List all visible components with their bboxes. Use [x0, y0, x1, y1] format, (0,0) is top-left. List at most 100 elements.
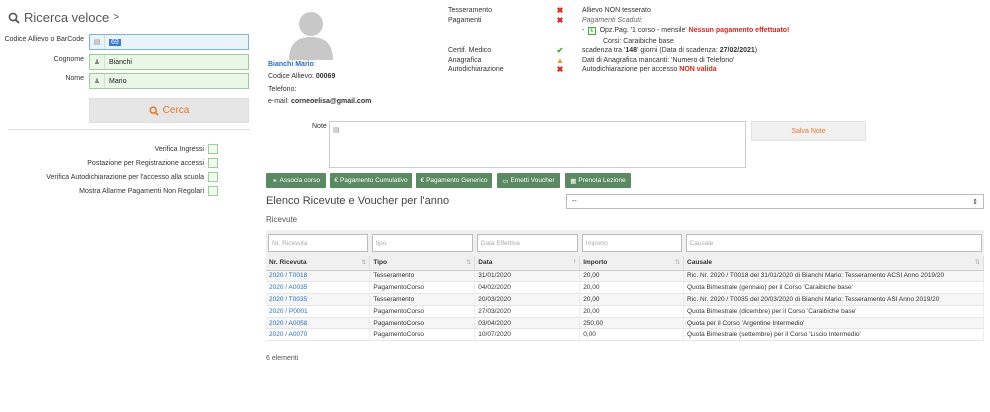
col-header[interactable]: Nr. Ricevuta ⇅: [266, 256, 371, 271]
opz-text: Opz.Pag. '1 corso - mensile': [599, 27, 687, 34]
check-label: Verifica Autodichiarazione per l'accesso…: [46, 173, 204, 181]
email-label: e-mail:: [268, 98, 290, 105]
status-anagrafica-text: Dati di Anagrafica mancanti: 'Numero di …: [582, 57, 735, 64]
year-select[interactable]: -- ⇕: [566, 194, 984, 209]
note-icon: ▤: [333, 127, 340, 134]
cell-causale: Quota Bimestrale (settembre) per il Cors…: [683, 328, 984, 342]
receipt-link[interactable]: 2020 / T0018: [266, 270, 371, 283]
filter-nr-ricevuta[interactable]: Nr. Ricevuta: [268, 234, 368, 252]
user-icon: ♟: [90, 74, 105, 88]
table-row: 2020 / A0058 PagamentoCorso 03/04/2020 2…: [266, 317, 984, 330]
filter-data[interactable]: Data Effettiva: [476, 234, 578, 252]
cell-importo: 20,00: [579, 305, 685, 318]
filter-importo[interactable]: Importo: [581, 234, 682, 252]
cell-tipo: Tesseramento: [369, 293, 476, 306]
receipt-link[interactable]: 2020 / T0035: [266, 293, 371, 306]
student-name: Bianchi Mario: [268, 61, 314, 68]
status-pagamenti-label: Pagamenti: [448, 17, 482, 24]
note-textarea[interactable]: ▤: [329, 121, 746, 168]
cell-tipo: PagamentoCorso: [369, 305, 476, 318]
pagamenti-scaduti: Pagamenti Scaduti:: [582, 17, 643, 24]
code-label: Codice Allievo:: [268, 73, 314, 80]
euro-icon[interactable]: €: [588, 27, 596, 35]
cognome-label: Cognome: [53, 56, 84, 63]
pagamento-generico-button[interactable]: € Pagamento Generico: [416, 173, 492, 188]
euro-icon: €: [420, 177, 425, 184]
updown-icon: ⇕: [972, 198, 978, 206]
col-label: Causale: [687, 259, 712, 267]
checkbox[interactable]: [208, 186, 218, 196]
checkbox[interactable]: [208, 158, 218, 168]
filter-causale[interactable]: Causale: [685, 234, 982, 252]
check-autodichiarazione[interactable]: Verifica Autodichiarazione per l'accesso…: [46, 172, 218, 182]
receipt-link[interactable]: 2020 / A0058: [266, 317, 371, 330]
sort-icon: ⇅: [361, 260, 367, 266]
search-panel-title: Ricerca veloce >: [8, 10, 119, 25]
status-tesseramento-text: Allievo NON tesserato: [582, 7, 651, 14]
col-label: Importo: [583, 259, 608, 267]
receipt-link[interactable]: 2020 / A0070: [266, 328, 371, 342]
emetti-voucher-button[interactable]: ▭ Emetti Voucher: [497, 173, 560, 188]
search-icon: [149, 105, 159, 116]
status-anagrafica-label: Anagrafica: [448, 57, 482, 64]
certif-pre: scadenza tra ': [582, 47, 626, 54]
divider: [8, 129, 250, 130]
sort-asc-icon: ↑: [573, 259, 577, 265]
email-value: corneoelisa@gmail.com: [290, 98, 372, 105]
check-allarme-pagamenti[interactable]: Mostra Allarme Pagamenti Non Regolari: [79, 186, 218, 196]
col-label: Nr. Ricevuta: [269, 259, 307, 267]
col-label: Tipo: [373, 259, 387, 267]
warning-icon: ▲: [556, 56, 564, 65]
check-label: Verifica Ingressi: [154, 145, 204, 153]
pagamento-cumulativo-button[interactable]: € Pagamento Cumulativo: [330, 173, 412, 188]
status-certif-text: scadenza tra '148' giorni (Data di scade…: [582, 47, 757, 54]
table-row: 2020 / T0018 Tesseramento 31/01/2020 20,…: [266, 270, 984, 283]
cerca-button[interactable]: Cerca: [89, 98, 249, 123]
barcode-icon: ▤: [90, 35, 105, 49]
receipt-link[interactable]: 2020 / A0035: [266, 281, 371, 295]
salva-note-button[interactable]: Salva Note: [751, 121, 866, 141]
cell-importo: 20,00: [579, 293, 685, 306]
calendar-icon: ▦: [570, 177, 577, 185]
cognome-input[interactable]: ♟ Bianchi: [89, 54, 249, 70]
nome-input[interactable]: ♟ Mario: [89, 73, 249, 89]
table-row: 2020 / P0001 PagamentoCorso 27/03/2020 2…: [266, 305, 984, 318]
chevron-right-icon[interactable]: >: [113, 12, 119, 23]
avatar: [283, 6, 339, 60]
cell-importo: 20,00: [579, 281, 685, 295]
student-phone: Telefono:: [268, 86, 297, 93]
x-icon: ✖: [556, 6, 564, 15]
receipt-link[interactable]: 2020 / P0001: [266, 305, 371, 318]
check-verifica-ingressi[interactable]: Verifica Ingressi: [155, 144, 218, 154]
prenota-lezione-button[interactable]: ▦ Prenota Lezione: [565, 173, 631, 188]
barcode-input[interactable]: ▤ 69: [89, 34, 249, 50]
certif-post: ): [754, 47, 758, 54]
col-header[interactable]: Causale ⇅: [683, 256, 984, 271]
checkbox[interactable]: [208, 144, 218, 154]
col-label: Data: [478, 259, 493, 267]
pagamenti-corsi: Corsi: Caraibiche base: [603, 38, 674, 45]
certif-days: 148: [625, 47, 638, 54]
student-code: Codice Allievo: 00069: [268, 73, 335, 80]
cell-causale: Quota per il Corso 'Argentine Intermedio…: [683, 317, 984, 330]
certif-date: 27/02/2021: [719, 47, 755, 54]
col-header[interactable]: Tipo ⇅: [369, 256, 476, 271]
col-header[interactable]: Importo ⇅: [579, 256, 685, 271]
check-label: Mostra Allarme Pagamenti Non Regolari: [79, 187, 204, 195]
x-icon: ✖: [556, 65, 564, 74]
cell-tipo: PagamentoCorso: [369, 328, 476, 342]
cell-data: 10/07/2020: [474, 328, 581, 342]
filter-tipo[interactable]: tipo: [371, 234, 473, 252]
cell-causale: Ric. Nr. 2020 / T0018 del 31/01/2020 di …: [683, 270, 984, 283]
cell-data: 31/01/2020: [474, 270, 581, 283]
search-icon: [8, 12, 20, 24]
cell-importo: 0,00: [579, 328, 685, 342]
code-value: 00069: [315, 73, 336, 80]
check-postazione[interactable]: Postazione per Registrazione accessi: [87, 158, 218, 168]
action-label: Emetti Voucher: [510, 177, 555, 184]
opz-alert: Nessun pagamento effettuato!: [688, 27, 790, 34]
associa-corso-button[interactable]: ⚭ Associa corso: [266, 173, 326, 188]
col-header[interactable]: Data ↑: [474, 256, 581, 271]
checkbox[interactable]: [208, 172, 218, 182]
euro-icon: €: [334, 177, 339, 184]
